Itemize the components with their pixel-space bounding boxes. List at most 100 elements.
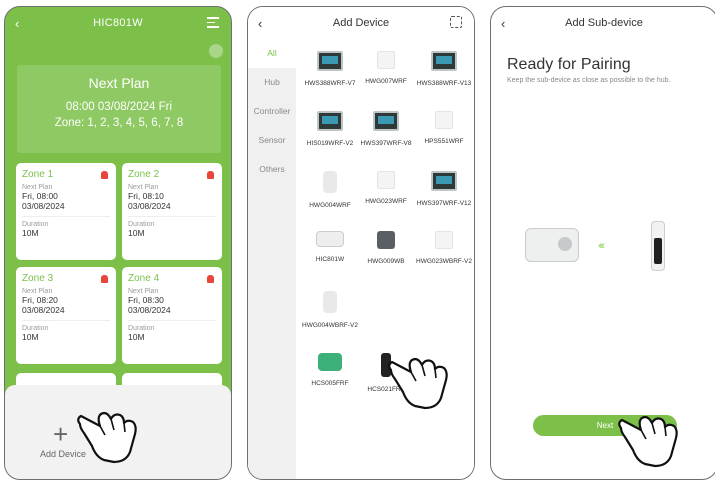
device-label: HIC801W (315, 256, 345, 263)
zone-name: Zone 4 (128, 273, 160, 284)
pairing-heading: Ready for Pairing (507, 56, 631, 73)
plan-zones: Zone: 1, 2, 3, 4, 5, 6, 7, 8 (54, 117, 184, 129)
category-hub[interactable]: Hub (248, 68, 296, 97)
next-date: 03/08/2024 (22, 201, 65, 211)
screen-device-icon (431, 51, 457, 71)
device-item[interactable]: HWS397WRF-V12 (414, 171, 474, 207)
device-label: HIS019WRF-V2 (306, 140, 354, 147)
pointing-hand-icon (618, 415, 678, 468)
device-label: HWG004WRF (309, 202, 351, 209)
category-all[interactable]: All (248, 39, 296, 68)
device-label: HWS397WRF-V12 (416, 200, 472, 207)
next-plan-label: Next Plan (22, 288, 53, 295)
device-item[interactable]: HWG007WRF (356, 51, 416, 85)
header: ‹ Add Sub-device (491, 7, 715, 39)
pointing-hand-icon (77, 411, 137, 464)
white-device-icon (377, 51, 395, 69)
subdevice-image (651, 221, 665, 271)
category-sensor[interactable]: Sensor (248, 126, 296, 155)
zone-card[interactable]: Zone 4 Next Plan Fri, 08:30 03/08/2024 D… (122, 267, 222, 364)
next-day: Fri, 08:00 (22, 191, 58, 201)
screen-device-icon (431, 171, 457, 191)
next-day: Fri, 08:10 (128, 191, 164, 201)
device-item[interactable]: HPS551WRF (414, 111, 474, 145)
device-item[interactable]: HWS397WRF-V8 (356, 111, 416, 147)
duration-value: 10M (128, 228, 145, 238)
zone-card[interactable]: Zone 1 Next Plan Fri, 08:00 03/08/2024 D… (16, 163, 116, 260)
pairing-arrows-icon: ‹‹‹ (598, 240, 605, 252)
hub-device-icon (316, 231, 344, 247)
device-label: HWG004WBRF-V2 (302, 322, 358, 329)
next-plan-label: Next Plan (128, 184, 159, 191)
page-title: Add Device (332, 17, 390, 29)
next-date: 03/08/2024 (128, 305, 171, 315)
category-controller[interactable]: Controller (248, 97, 296, 126)
zone-name: Zone 2 (128, 169, 160, 180)
divider (128, 320, 216, 321)
duration-label: Duration (22, 325, 49, 332)
zone-name: Zone 1 (22, 169, 54, 180)
page-title: Add Sub-device (565, 17, 643, 29)
zone-name: Zone 3 (22, 273, 54, 284)
alarm-icon (101, 171, 108, 179)
next-plan-label: Next Plan (128, 288, 159, 295)
device-label: HWG023WRF (365, 198, 407, 205)
device-label: HCS005FRF (311, 380, 349, 387)
menu-icon[interactable] (207, 17, 219, 28)
screen-device-icon (317, 111, 343, 131)
duration-value: 10M (22, 332, 39, 342)
hub-image (525, 228, 579, 262)
white-device-icon (435, 111, 453, 129)
plug-device-icon (323, 291, 337, 313)
pointing-hand-icon (388, 357, 448, 410)
divider (22, 216, 110, 217)
device-label: HWS397WRF-V8 (360, 140, 412, 147)
next-plan-label: Next Plan (22, 184, 53, 191)
zone-card[interactable]: Zone 2 Next Plan Fri, 08:10 03/08/2024 D… (122, 163, 222, 260)
plan-heading: Next Plan (88, 75, 150, 91)
device-item[interactable]: HWG004WRF (300, 171, 360, 209)
plug-device-icon (323, 171, 337, 193)
duration-label: Duration (128, 221, 155, 228)
device-label: HPS551WRF (424, 138, 464, 145)
device-item[interactable]: HWS388WRF-V13 (414, 51, 474, 87)
device-label: HWG009WB (367, 258, 405, 265)
divider (22, 320, 110, 321)
device-item[interactable]: HWG004WBRF-V2 (300, 291, 360, 329)
duration-label: Duration (128, 325, 155, 332)
next-date: 03/08/2024 (128, 201, 171, 211)
duration-value: 10M (22, 228, 39, 238)
category-sidebar: All Hub Controller Sensor Others (248, 39, 296, 479)
plus-icon[interactable]: + (53, 419, 68, 450)
device-item[interactable]: HWG009WB (356, 231, 416, 265)
device-label: HWG007WRF (365, 78, 407, 85)
header: ‹ Add Device (248, 7, 474, 39)
device-item[interactable]: HIS019WRF-V2 (300, 111, 360, 147)
device-item[interactable]: HCS005FRF (300, 353, 360, 387)
device-label: HWS388WRF-V13 (416, 80, 472, 87)
alarm-icon (207, 171, 214, 179)
plan-time: 08:00 03/08/2024 Fri (65, 101, 173, 113)
duration-label: Duration (22, 221, 49, 228)
device-label: HWS388WRF-V7 (304, 80, 356, 87)
settings-icon[interactable] (209, 44, 223, 58)
device-item[interactable]: HWS388WRF-V7 (300, 51, 360, 87)
alarm-icon (207, 275, 214, 283)
pairing-subtitle: Keep the sub-device as close as possible… (507, 77, 671, 84)
duration-value: 10M (128, 332, 145, 342)
screen-device-icon (317, 51, 343, 71)
device-item[interactable]: HWG023WBRF-V2 (414, 231, 474, 265)
device-item[interactable]: HWG023WRF (356, 171, 416, 205)
next-day: Fri, 08:20 (22, 295, 58, 305)
alarm-icon (101, 275, 108, 283)
page-title: HIC801W (93, 17, 143, 29)
white-device-icon (435, 231, 453, 249)
screen-device-icon (373, 111, 399, 131)
scan-icon[interactable] (450, 16, 462, 28)
category-others[interactable]: Others (248, 155, 296, 184)
device-item[interactable]: HIC801W (300, 231, 360, 263)
device-label: HWG023WBRF-V2 (416, 258, 472, 265)
zone-card[interactable]: Zone 3 Next Plan Fri, 08:20 03/08/2024 D… (16, 267, 116, 364)
next-date: 03/08/2024 (22, 305, 65, 315)
next-plan-card: Next Plan 08:00 03/08/2024 Fri Zone: 1, … (17, 65, 221, 153)
